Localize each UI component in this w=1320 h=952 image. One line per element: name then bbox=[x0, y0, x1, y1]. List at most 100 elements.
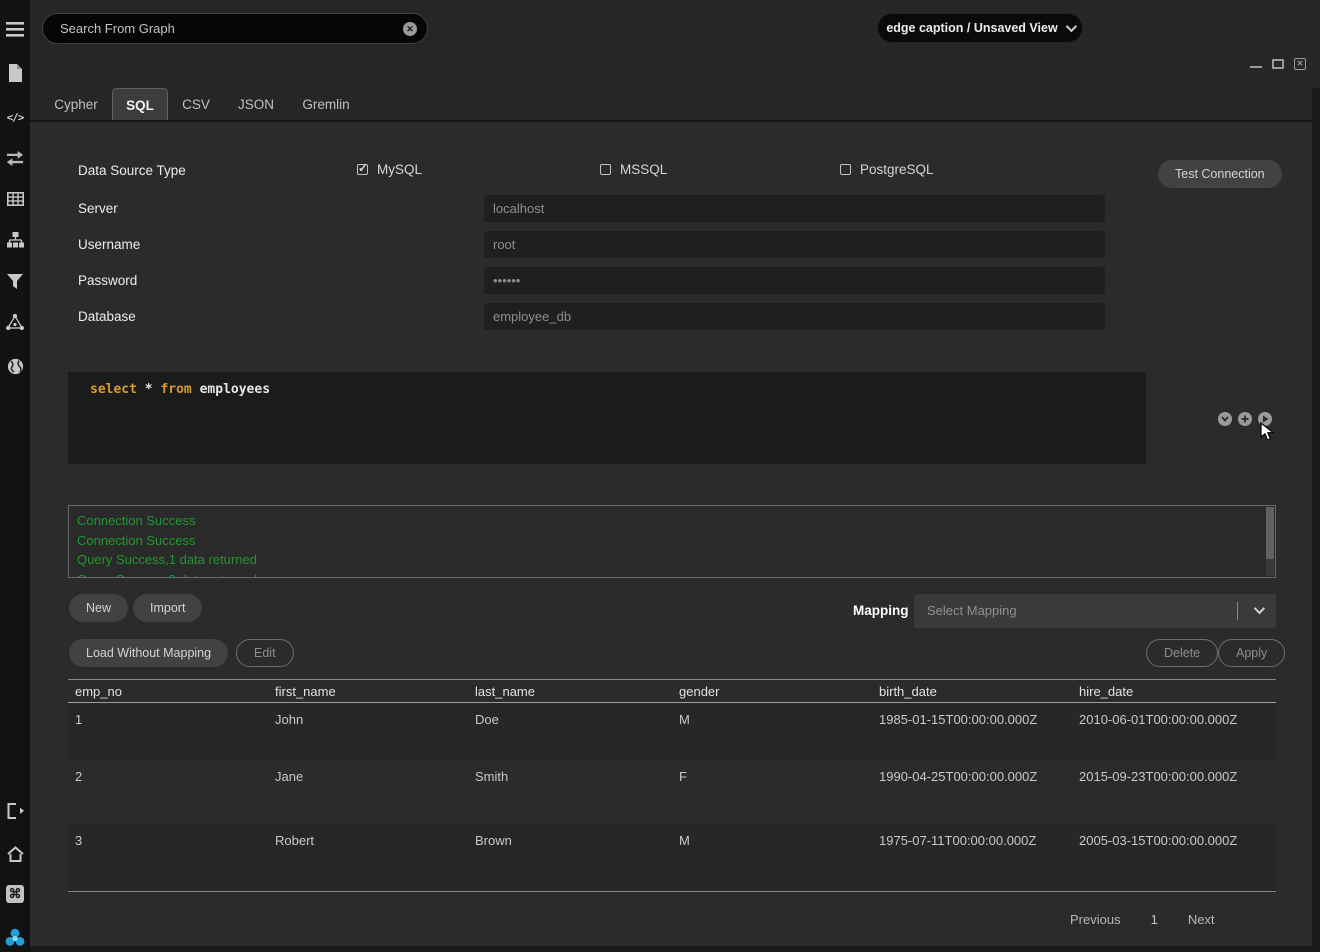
table-icon[interactable] bbox=[0, 188, 30, 210]
maximize-icon[interactable] bbox=[1272, 59, 1284, 69]
minimize-icon[interactable] bbox=[1250, 66, 1262, 68]
mssql-label: MSSQL bbox=[620, 162, 667, 177]
document-icon[interactable] bbox=[0, 62, 30, 84]
cell-birth-date: 1985-01-15T00:00:00.000Z bbox=[872, 703, 1072, 760]
sql-import-panel: Data Source Type MySQL MSSQL PostgreSQL … bbox=[30, 122, 1312, 946]
collapse-icon[interactable] bbox=[1218, 412, 1232, 426]
cell-gender: M bbox=[672, 703, 872, 760]
table-row[interactable]: 3 Robert Brown M 1975-07-11T00:00:00.000… bbox=[68, 824, 1276, 891]
close-icon[interactable]: ✕ bbox=[1294, 58, 1306, 70]
results-table: emp_no first_name last_name gender birth… bbox=[68, 679, 1276, 892]
cell-gender: M bbox=[672, 824, 872, 891]
console-line: Connection Success bbox=[69, 506, 1275, 531]
datasource-type-label: Data Source Type bbox=[78, 163, 186, 178]
test-connection-button[interactable]: Test Connection bbox=[1158, 160, 1282, 188]
console-line: Query Success,3 data returned bbox=[69, 570, 1275, 579]
next-page-button[interactable]: Next bbox=[1188, 912, 1215, 927]
load-without-mapping-button[interactable]: Load Without Mapping bbox=[69, 639, 228, 667]
sql-query-editor[interactable]: select * from employees bbox=[68, 372, 1146, 464]
command-key-icon[interactable]: ⌘ bbox=[0, 883, 30, 905]
window-scrollbar-gutter[interactable] bbox=[1312, 88, 1320, 946]
tab-csv[interactable]: CSV bbox=[180, 88, 212, 121]
globe-icon[interactable] bbox=[0, 355, 30, 377]
view-selector-dropdown[interactable]: edge caption / Unsaved View bbox=[878, 14, 1082, 42]
mssql-checkbox-icon bbox=[600, 164, 611, 175]
database-input[interactable] bbox=[484, 303, 1105, 330]
cell-first-name: Jane bbox=[268, 760, 468, 824]
mysql-label: MySQL bbox=[377, 162, 422, 177]
column-header: last_name bbox=[468, 684, 672, 699]
run-query-icon[interactable] bbox=[1258, 412, 1272, 426]
password-input[interactable] bbox=[484, 267, 1105, 294]
code-icon[interactable]: </> bbox=[0, 106, 30, 128]
app-logo-icon bbox=[0, 927, 30, 949]
server-label: Server bbox=[78, 201, 118, 216]
checkbox-mssql[interactable]: MSSQL bbox=[600, 162, 667, 177]
select-mapping-dropdown[interactable]: Select Mapping bbox=[914, 594, 1276, 628]
table-header-row: emp_no first_name last_name gender birth… bbox=[68, 679, 1276, 703]
edit-button[interactable]: Edit bbox=[236, 639, 294, 667]
tab-cypher[interactable]: Cypher bbox=[54, 88, 98, 121]
column-header: first_name bbox=[268, 684, 468, 699]
table-row[interactable]: 2 Jane Smith F 1990-04-25T00:00:00.000Z … bbox=[68, 760, 1276, 824]
window-controls: ✕ bbox=[1250, 58, 1306, 70]
menu-icon[interactable] bbox=[0, 18, 30, 40]
graph-triangle-icon[interactable] bbox=[0, 311, 30, 333]
cell-first-name: John bbox=[268, 703, 468, 760]
console-scrollbar-thumb[interactable] bbox=[1266, 507, 1274, 559]
column-header: emp_no bbox=[68, 684, 268, 699]
username-label: Username bbox=[78, 237, 140, 252]
home-icon[interactable] bbox=[0, 843, 30, 865]
view-selector-label: edge caption / Unsaved View bbox=[886, 21, 1057, 35]
cell-hire-date: 2015-09-23T00:00:00.000Z bbox=[1072, 760, 1276, 824]
filter-icon[interactable] bbox=[0, 270, 30, 292]
sql-query-text: select * from employees bbox=[90, 382, 270, 397]
add-query-icon[interactable] bbox=[1238, 412, 1252, 426]
cell-hire-date: 2005-03-15T00:00:00.000Z bbox=[1072, 824, 1276, 891]
window-bottom-edge bbox=[30, 946, 1320, 952]
delete-button[interactable]: Delete bbox=[1146, 639, 1218, 667]
tab-sql[interactable]: SQL bbox=[112, 88, 168, 121]
console-line: Connection Success bbox=[69, 531, 1275, 551]
apply-button[interactable]: Apply bbox=[1218, 639, 1285, 667]
checkbox-postgresql[interactable]: PostgreSQL bbox=[840, 162, 934, 177]
left-sidebar: </> ⌘ bbox=[0, 0, 30, 952]
import-button[interactable]: Import bbox=[133, 594, 202, 622]
tab-json[interactable]: JSON bbox=[238, 88, 274, 121]
current-page-number: 1 bbox=[1151, 912, 1158, 927]
new-button[interactable]: New bbox=[69, 594, 128, 622]
cell-emp-no: 1 bbox=[68, 703, 268, 760]
cell-birth-date: 1990-04-25T00:00:00.000Z bbox=[872, 760, 1072, 824]
column-header: gender bbox=[672, 684, 872, 699]
password-label: Password bbox=[78, 273, 137, 288]
chevron-down-icon bbox=[1254, 603, 1265, 614]
checkbox-mysql[interactable]: MySQL bbox=[357, 162, 422, 177]
editor-actions bbox=[1218, 412, 1272, 426]
chevron-down-icon bbox=[1065, 21, 1076, 32]
transfer-arrows-icon[interactable] bbox=[0, 147, 30, 169]
mapping-label: Mapping bbox=[853, 603, 909, 618]
cell-first-name: Robert bbox=[268, 824, 468, 891]
mysql-checkbox-icon bbox=[357, 164, 368, 175]
search-input[interactable] bbox=[43, 21, 403, 36]
graph-search-bar: ✕ bbox=[42, 13, 428, 44]
cell-last-name: Doe bbox=[468, 703, 672, 760]
database-label: Database bbox=[78, 309, 136, 324]
cell-emp-no: 2 bbox=[68, 760, 268, 824]
username-input[interactable] bbox=[484, 231, 1105, 258]
console-scrollbar bbox=[1266, 507, 1274, 576]
server-input[interactable] bbox=[484, 195, 1105, 222]
search-clear-icon[interactable]: ✕ bbox=[403, 22, 417, 36]
cell-last-name: Smith bbox=[468, 760, 672, 824]
select-mapping-placeholder: Select Mapping bbox=[927, 594, 1017, 628]
logout-icon[interactable] bbox=[0, 800, 30, 822]
cell-birth-date: 1975-07-11T00:00:00.000Z bbox=[872, 824, 1072, 891]
select-divider bbox=[1237, 602, 1238, 620]
hierarchy-icon[interactable] bbox=[0, 229, 30, 251]
previous-page-button[interactable]: Previous bbox=[1070, 912, 1121, 927]
pagination: Previous 1 Next bbox=[1070, 912, 1215, 927]
cell-last-name: Brown bbox=[468, 824, 672, 891]
console-line: Query Success,1 data returned bbox=[69, 550, 1275, 570]
table-row[interactable]: 1 John Doe M 1985-01-15T00:00:00.000Z 20… bbox=[68, 703, 1276, 760]
tab-gremlin[interactable]: Gremlin bbox=[302, 88, 350, 121]
